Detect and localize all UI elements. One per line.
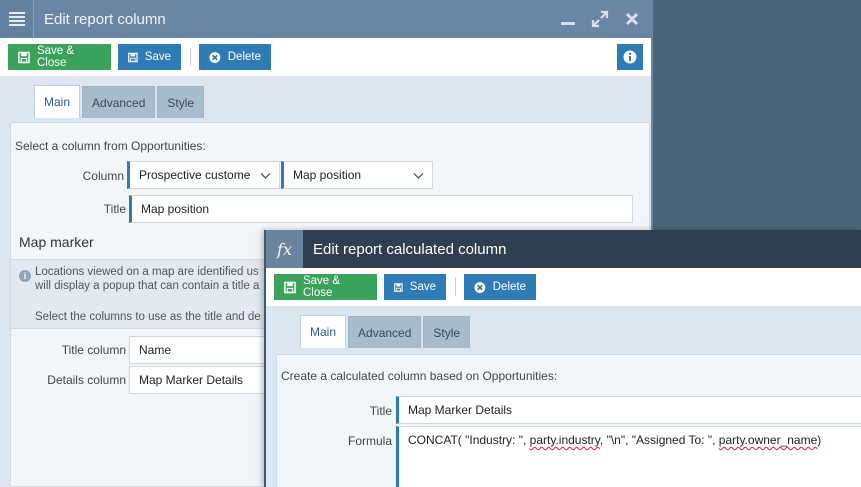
delete-label: Delete	[492, 281, 526, 293]
tab-strip: Main Advanced Style	[0, 76, 651, 118]
details-column-label: Details column	[47, 373, 126, 387]
toolbar: Save & Close Save Delete	[0, 38, 651, 76]
tab-style[interactable]: Style	[423, 316, 471, 348]
tab-main[interactable]: Main	[300, 315, 347, 348]
column-select-field[interactable]: Map position	[281, 161, 433, 189]
formula-editor[interactable]: CONCAT( "Industry: ", party.industry, "\…	[396, 426, 861, 487]
window-title: Edit report column	[44, 10, 166, 28]
delete-icon	[209, 51, 221, 63]
maximize-icon[interactable]	[591, 10, 609, 28]
save-icon	[18, 51, 30, 63]
title-column-select[interactable]: Name	[129, 336, 269, 364]
delete-button[interactable]: Delete	[464, 274, 536, 300]
delete-button[interactable]: Delete	[199, 44, 271, 70]
save-close-label: Save & Close	[302, 275, 341, 299]
title-input[interactable]: Map position	[129, 195, 633, 223]
toolbar-divider	[455, 278, 456, 296]
map-marker-heading: Map marker	[19, 234, 94, 250]
delete-icon	[474, 281, 486, 293]
title-label: Title	[103, 202, 126, 216]
title-label: Title	[369, 404, 392, 418]
intro-text: Select a column from Opportunities:	[15, 139, 206, 153]
tab-advanced[interactable]: Advanced	[348, 316, 422, 348]
save-icon	[128, 52, 138, 62]
save-icon	[394, 282, 403, 292]
window-titlebar[interactable]: Edit report column	[0, 0, 653, 38]
formula-text-part: CONCAT( "Industry: ",	[408, 433, 530, 447]
window-titlebar[interactable]: fx Edit report calculated column	[266, 230, 861, 268]
tab-strip: Main Advanced Style	[266, 306, 861, 348]
close-icon[interactable]	[623, 10, 641, 28]
window-title: Edit report calculated column	[313, 240, 507, 258]
save-button[interactable]: Save	[118, 44, 181, 70]
save-icon	[284, 281, 296, 293]
formula-text-part: , "\n", "Assigned To: ",	[599, 433, 719, 447]
chevron-down-icon	[260, 173, 271, 179]
title-input[interactable]: Map Marker Details	[396, 396, 861, 424]
formula-label: Formula	[347, 434, 392, 448]
menu-icon[interactable]	[0, 0, 34, 38]
title-column-label: Title column	[61, 343, 126, 357]
formula-field-reference: party.owner_name	[718, 433, 818, 447]
save-button[interactable]: Save	[384, 274, 446, 300]
info-icon: i	[19, 270, 31, 282]
function-icon: fx	[266, 230, 303, 268]
save-close-label: Save & Close	[36, 45, 75, 69]
save-close-button[interactable]: Save & Close	[8, 44, 111, 70]
tab-content: Create a calculated column based on Oppo…	[266, 348, 861, 487]
main-panel: Create a calculated column based on Oppo…	[276, 354, 861, 487]
toolbar: Save & Close Save Delete	[266, 268, 861, 306]
tab-main[interactable]: Main	[34, 85, 81, 118]
formula-text-part: )	[817, 433, 822, 447]
formula-field-reference: party.industry	[529, 433, 600, 447]
save-label: Save	[409, 281, 436, 293]
info-line-3: Select the columns to use as the title a…	[35, 311, 261, 323]
column-select-entity[interactable]: Prospective custome	[127, 161, 280, 189]
intro-text: Create a calculated column based on Oppo…	[281, 369, 558, 383]
edit-calculated-column-window: fx Edit report calculated column Save & …	[264, 230, 861, 487]
delete-label: Delete	[227, 51, 261, 63]
tab-advanced[interactable]: Advanced	[82, 86, 156, 118]
save-close-button[interactable]: Save & Close	[274, 274, 377, 300]
tab-style[interactable]: Style	[157, 86, 205, 118]
info-icon	[623, 50, 637, 64]
info-button[interactable]	[617, 44, 643, 70]
info-line-2: will display a popup that can contain a …	[35, 280, 260, 292]
column-select-entity-value: Prospective custome	[139, 168, 251, 182]
minimize-icon[interactable]	[559, 10, 577, 28]
details-column-select[interactable]: Map Marker Details	[129, 366, 269, 394]
chevron-down-icon	[413, 173, 424, 179]
toolbar-divider	[190, 48, 191, 66]
column-label: Column	[82, 169, 124, 183]
info-line-1: Locations viewed on a map are identified…	[35, 266, 259, 278]
save-label: Save	[144, 51, 171, 63]
column-select-field-value: Map position	[293, 168, 362, 182]
